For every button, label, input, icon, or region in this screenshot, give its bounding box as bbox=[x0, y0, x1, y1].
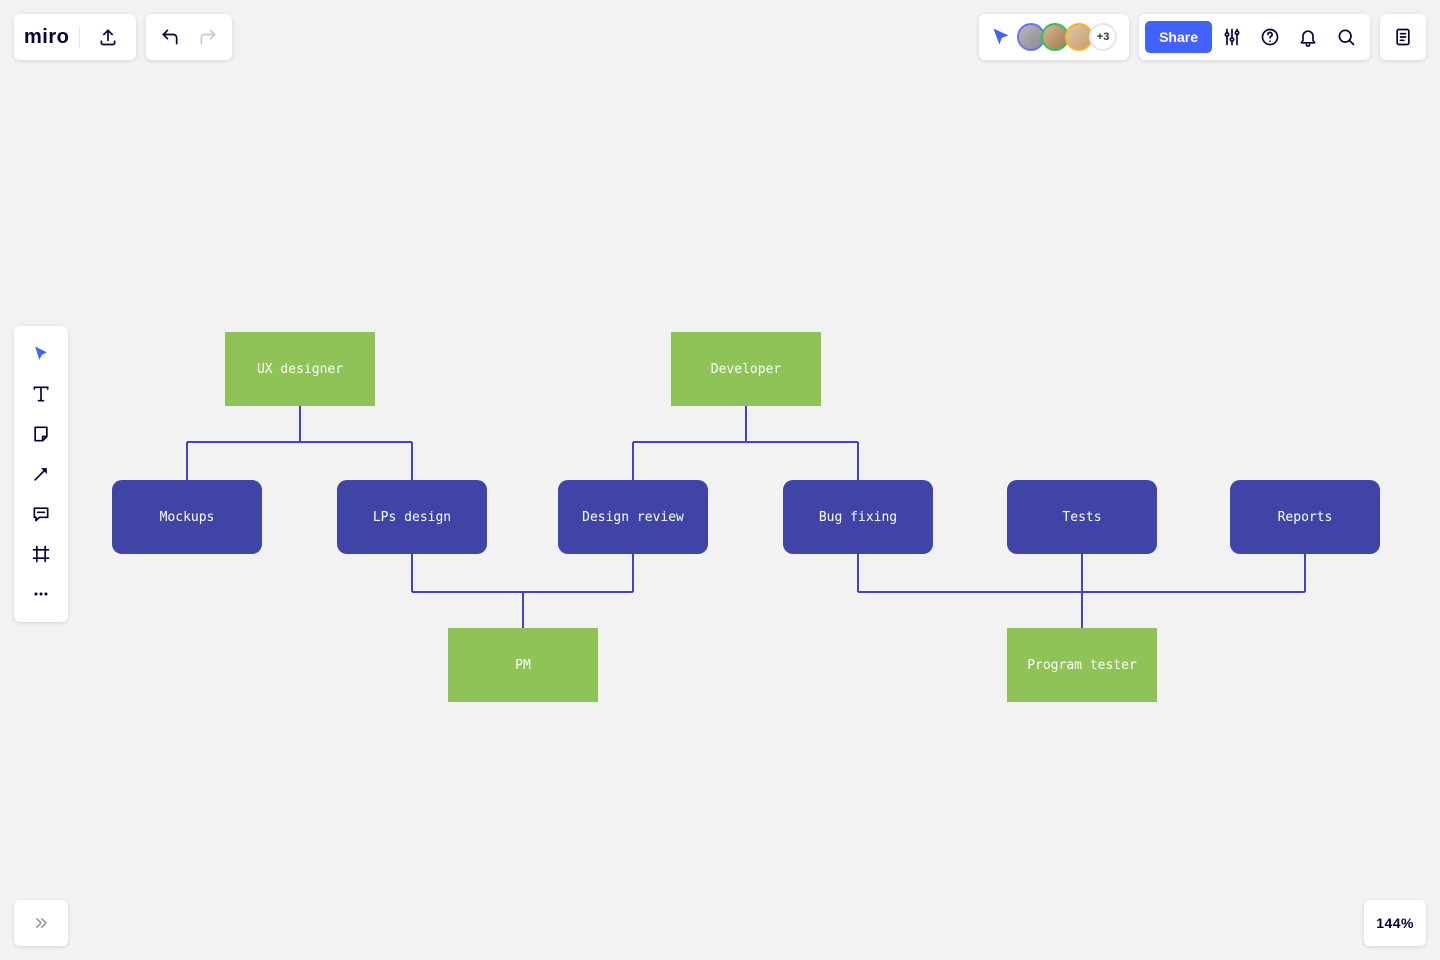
tool-panel bbox=[14, 326, 68, 622]
cursor-presence-icon[interactable] bbox=[991, 27, 1011, 47]
zoom-value: 144% bbox=[1376, 915, 1414, 931]
node-label: Developer bbox=[711, 362, 781, 377]
node-label: Mockups bbox=[160, 510, 215, 525]
node-task-bug-fixing[interactable]: Bug fixing bbox=[783, 480, 933, 554]
bell-icon bbox=[1298, 27, 1318, 47]
frame-icon bbox=[31, 544, 51, 564]
node-role-ux[interactable]: UX designer bbox=[225, 332, 375, 406]
notes-icon bbox=[1393, 27, 1413, 47]
share-button[interactable]: Share bbox=[1145, 21, 1212, 53]
more-icon bbox=[31, 584, 51, 604]
canvas[interactable]: UX designer Developer Mockups LPs design… bbox=[0, 0, 1440, 960]
node-task-lps-design[interactable]: LPs design bbox=[337, 480, 487, 554]
tool-more[interactable] bbox=[14, 574, 68, 614]
export-button[interactable] bbox=[90, 19, 126, 55]
app-logo[interactable]: miro bbox=[24, 26, 69, 49]
node-label: LPs design bbox=[373, 510, 451, 525]
node-label: UX designer bbox=[257, 362, 343, 377]
expand-panel-button[interactable] bbox=[14, 900, 68, 946]
text-icon bbox=[31, 384, 51, 404]
help-icon bbox=[1260, 27, 1280, 47]
arrow-icon bbox=[31, 464, 51, 484]
share-label: Share bbox=[1159, 29, 1198, 45]
node-task-mockups[interactable]: Mockups bbox=[112, 480, 262, 554]
tool-frame[interactable] bbox=[14, 534, 68, 574]
comment-icon bbox=[31, 504, 51, 524]
node-role-tester[interactable]: Program tester bbox=[1007, 628, 1157, 702]
sliders-icon bbox=[1222, 27, 1242, 47]
undo-icon bbox=[160, 27, 180, 47]
tool-comment[interactable] bbox=[14, 494, 68, 534]
search-button[interactable] bbox=[1328, 19, 1364, 55]
search-icon bbox=[1336, 27, 1356, 47]
upload-icon bbox=[98, 27, 118, 47]
node-task-design-review[interactable]: Design review bbox=[558, 480, 708, 554]
node-task-reports[interactable]: Reports bbox=[1230, 480, 1380, 554]
avatar-list: +3 bbox=[1021, 23, 1117, 51]
node-task-tests[interactable]: Tests bbox=[1007, 480, 1157, 554]
redo-button[interactable] bbox=[190, 19, 226, 55]
zoom-indicator[interactable]: 144% bbox=[1364, 900, 1426, 946]
avatar-more[interactable]: +3 bbox=[1089, 23, 1117, 51]
node-label: Design review bbox=[582, 510, 684, 525]
logo-panel: miro bbox=[14, 14, 136, 60]
tool-select[interactable] bbox=[14, 334, 68, 374]
node-label: Program tester bbox=[1027, 658, 1137, 673]
settings-button[interactable] bbox=[1214, 19, 1250, 55]
separator bbox=[79, 26, 80, 48]
node-label: Reports bbox=[1278, 510, 1333, 525]
sticky-note-icon bbox=[31, 424, 51, 444]
tool-text[interactable] bbox=[14, 374, 68, 414]
redo-icon bbox=[198, 27, 218, 47]
board-controls-panel: Share bbox=[1139, 14, 1370, 60]
help-button[interactable] bbox=[1252, 19, 1288, 55]
notifications-button[interactable] bbox=[1290, 19, 1326, 55]
node-role-developer[interactable]: Developer bbox=[671, 332, 821, 406]
history-panel bbox=[146, 14, 232, 60]
presence-panel: +3 bbox=[979, 14, 1129, 60]
tool-sticky-note[interactable] bbox=[14, 414, 68, 454]
notes-button[interactable] bbox=[1380, 14, 1426, 60]
cursor-icon bbox=[31, 344, 51, 364]
undo-button[interactable] bbox=[152, 19, 188, 55]
node-label: Tests bbox=[1062, 510, 1101, 525]
avatar-more-label: +3 bbox=[1097, 31, 1110, 43]
tool-connection-line[interactable] bbox=[14, 454, 68, 494]
node-role-pm[interactable]: PM bbox=[448, 628, 598, 702]
node-label: Bug fixing bbox=[819, 510, 897, 525]
chevrons-right-icon bbox=[31, 913, 51, 933]
node-label: PM bbox=[515, 658, 531, 673]
